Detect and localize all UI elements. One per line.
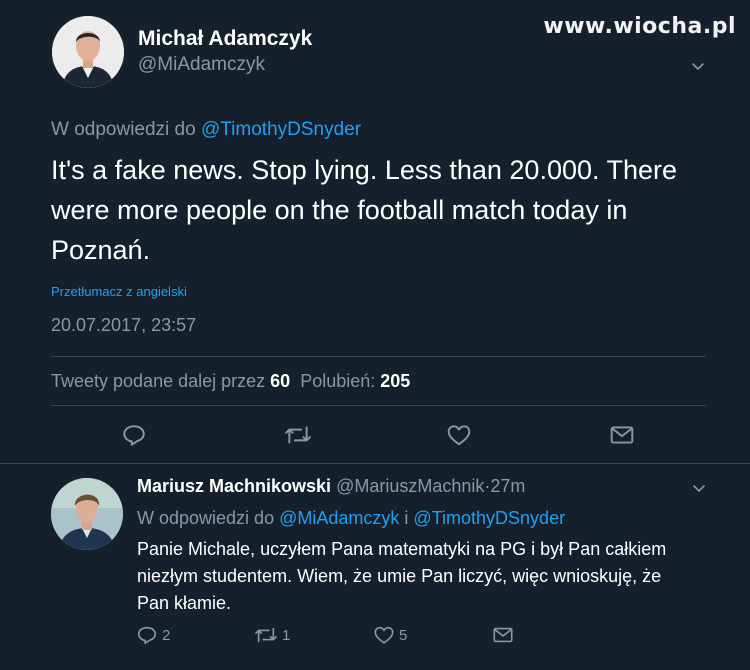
retweets-label: Tweety podane dalej przez — [51, 371, 266, 391]
retweets-count[interactable]: 60 — [270, 371, 290, 391]
reply-button[interactable]: 2 — [136, 624, 170, 646]
likes-label: Polubień: — [300, 371, 376, 391]
retweet-button[interactable] — [284, 422, 312, 448]
divider — [51, 405, 706, 406]
message-icon — [493, 627, 513, 643]
divider — [51, 356, 706, 357]
divider — [0, 463, 750, 464]
tweet-actions — [0, 420, 750, 450]
tweet-time[interactable]: 27m — [490, 476, 525, 496]
message-button[interactable] — [609, 422, 635, 448]
reply-header: Mariusz Machnikowski @MariuszMachnik·27m — [137, 476, 525, 497]
author-name[interactable]: Michał Adamczyk — [138, 26, 312, 52]
author-handle[interactable]: @MariuszMachnik — [336, 476, 484, 496]
chevron-down-icon[interactable] — [692, 60, 704, 72]
watermark: www.wiocha.pl — [543, 14, 736, 39]
tweet-text: Panie Michale, uczyłem Pana matematyki n… — [137, 539, 667, 613]
avatar[interactable] — [52, 16, 124, 88]
like-button[interactable] — [446, 422, 472, 448]
tweet-text: It's a fake news. Stop lying. Less than … — [51, 155, 678, 265]
avatar[interactable] — [51, 478, 123, 550]
reply-context: W odpowiedzi do @MiAdamczyk i @TimothyDS… — [137, 508, 565, 529]
message-button[interactable] — [492, 624, 514, 646]
author-row[interactable]: Michał Adamczyk @MiAdamczyk — [52, 15, 312, 89]
likes-count[interactable]: 205 — [380, 371, 410, 391]
mention-link[interactable]: @TimothyDSnyder — [413, 508, 565, 528]
timestamp[interactable]: 20.07.2017, 23:57 — [51, 315, 196, 336]
reply-context: W odpowiedzi do @TimothyDSnyder — [51, 119, 361, 141]
retweet-icon — [255, 627, 277, 643]
tweet-stats: Tweety podane dalej przez 60 Polubień: 2… — [51, 371, 410, 392]
mention-link[interactable]: @MiAdamczyk — [279, 508, 399, 528]
reply-prefix: W odpowiedzi do — [51, 119, 196, 140]
retweet-button[interactable]: 1 — [254, 624, 290, 646]
mention-link[interactable]: @TimothyDSnyder — [201, 119, 361, 140]
reply-icon — [123, 425, 145, 446]
reply-count: 2 — [162, 626, 171, 644]
reply-joiner: i — [404, 508, 409, 528]
author-handle[interactable]: @MiAdamczyk — [138, 52, 312, 78]
reply-button[interactable] — [121, 422, 147, 448]
translate-link[interactable]: Przetłumacz z angielski — [51, 284, 187, 299]
like-icon — [447, 425, 471, 446]
like-button[interactable]: 5 — [373, 624, 407, 646]
author-name[interactable]: Mariusz Machnikowski — [137, 476, 331, 496]
tweet-actions: 2 1 5 — [0, 624, 750, 652]
reply-icon — [137, 626, 157, 645]
retweet-count: 1 — [282, 626, 291, 644]
reply-prefix: W odpowiedzi do — [137, 508, 275, 528]
like-icon — [374, 626, 394, 644]
retweet-icon — [285, 426, 311, 444]
message-icon — [610, 426, 634, 444]
chevron-down-icon[interactable] — [693, 482, 705, 494]
like-count: 5 — [399, 626, 408, 644]
